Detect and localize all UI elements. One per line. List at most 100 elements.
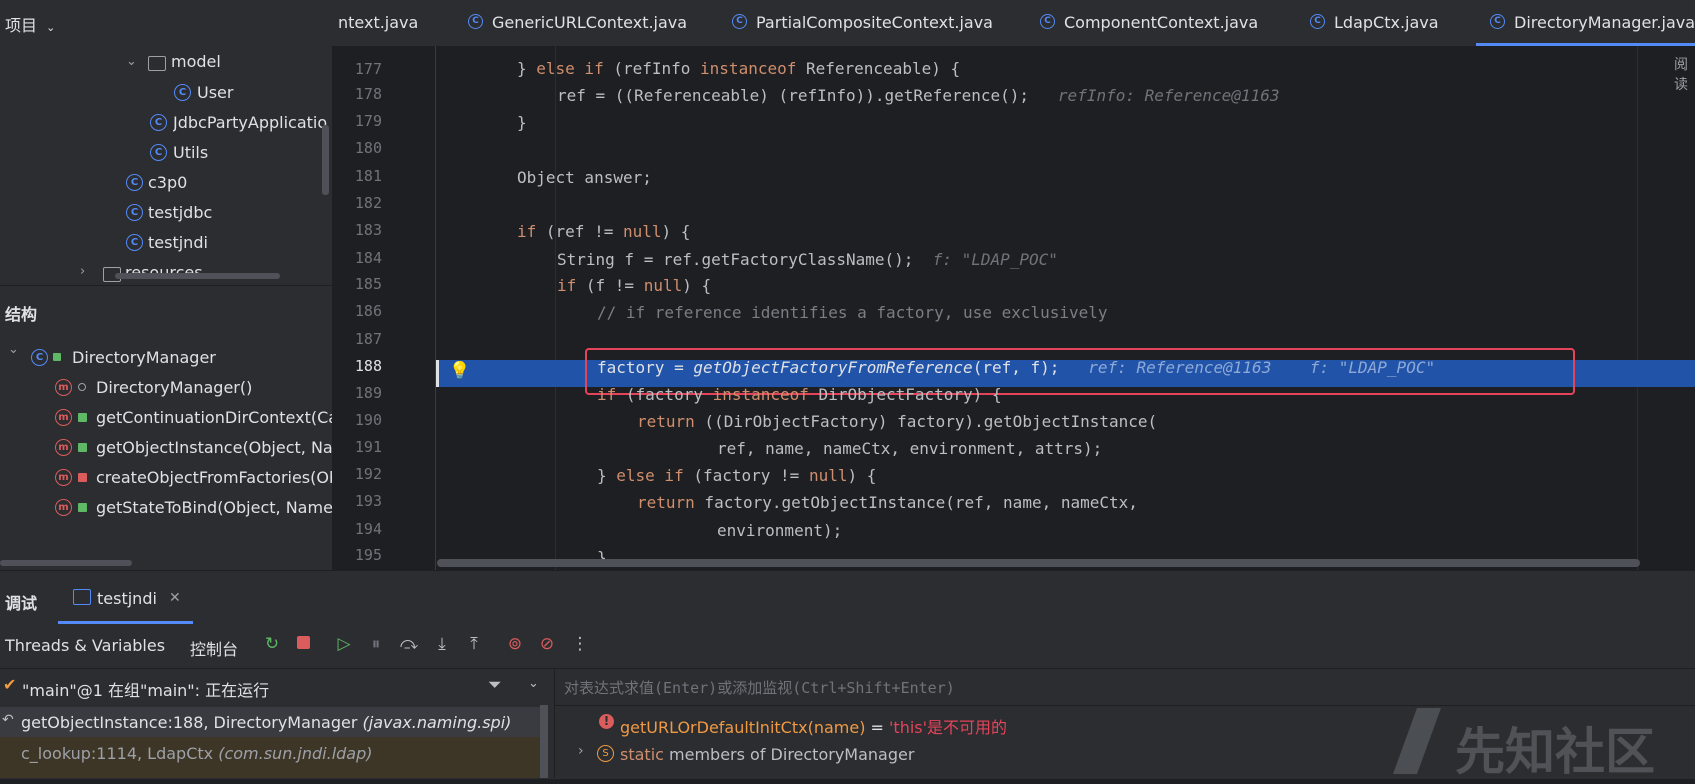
chevron-right-icon[interactable]: › xyxy=(578,743,584,759)
close-icon[interactable]: ✕ xyxy=(169,590,181,606)
tree-item-user[interactable]: User xyxy=(197,83,233,102)
line-number: 192 xyxy=(354,465,382,483)
spring-class-icon: C xyxy=(150,114,167,131)
gutter-divider xyxy=(435,46,436,570)
tree-item-testjndi[interactable]: testjndi xyxy=(148,233,208,252)
tab-componentcontext[interactable]: C ComponentContext.java xyxy=(1040,0,1258,46)
tab-context[interactable]: ntext.java xyxy=(338,0,418,46)
stop-icon[interactable] xyxy=(293,634,313,654)
code-editor[interactable]: 阅读 💡 177 178 179 180 181 182 183 184 185… xyxy=(332,46,1695,570)
return-arrow-icon: ↶ xyxy=(2,712,14,728)
project-title[interactable]: 项目 ⌄ xyxy=(5,12,55,36)
view-breakpoints-icon[interactable]: ⊚ xyxy=(505,634,525,654)
project-title-label: 项目 xyxy=(5,16,38,35)
method-icon: m xyxy=(55,469,72,486)
class-icon: C xyxy=(1040,14,1055,29)
chevron-down-icon[interactable]: ⌄ xyxy=(8,342,19,357)
line-number: 193 xyxy=(354,492,382,510)
indent-guide xyxy=(555,46,556,570)
chevron-down-icon[interactable]: ⌄ xyxy=(528,676,539,691)
tab-label: ComponentContext.java xyxy=(1064,13,1259,32)
tab-console[interactable]: 控制台 xyxy=(190,636,238,660)
structure-member[interactable]: getObjectInstance(Object, Nam xyxy=(96,438,332,457)
lightbulb-icon[interactable]: 💡 xyxy=(449,361,470,381)
structure-root[interactable]: DirectoryManager xyxy=(72,348,216,367)
horizontal-scrollbar[interactable] xyxy=(437,559,1640,567)
mute-breakpoints-icon[interactable]: ⊘ xyxy=(537,634,557,654)
vertical-scrollbar[interactable] xyxy=(322,125,329,195)
class-icon: C xyxy=(126,234,143,251)
code-line-179: } xyxy=(517,113,527,132)
step-over-icon[interactable]: ⤼ xyxy=(399,634,419,654)
class-icon: C xyxy=(174,84,191,101)
code-line-178: ref = ((Referenceable) (refInfo)).getRef… xyxy=(557,86,1280,105)
chevron-right-icon[interactable]: › xyxy=(80,264,85,279)
vertical-scrollbar[interactable] xyxy=(540,705,548,778)
tab-genericurlcontext[interactable]: C GenericURLContext.java xyxy=(468,0,687,46)
thread-selector[interactable]: "main"@1 在组"main": 正在运行 xyxy=(22,677,269,701)
method-icon: m xyxy=(55,439,72,456)
line-number: 178 xyxy=(354,85,382,103)
code-line-194: environment); xyxy=(717,521,843,540)
tab-label: ntext.java xyxy=(338,13,419,32)
line-number: 179 xyxy=(354,112,382,130)
tree-item-jdbcpartyapplication[interactable]: JdbcPartyApplication xyxy=(173,113,328,132)
tab-threads-variables[interactable]: Threads & Variables xyxy=(5,636,165,655)
step-into-icon[interactable]: ⤓ xyxy=(432,634,452,654)
public-lock-icon xyxy=(78,503,87,512)
session-tab-label: testjndi xyxy=(97,589,157,608)
more-options-icon[interactable]: ⋮ xyxy=(570,634,590,654)
code-line-192: } else if (factory != null) { xyxy=(597,466,877,485)
method-icon: m xyxy=(55,409,72,426)
code-line-186: // if reference identifies a factory, us… xyxy=(597,303,1108,322)
tab-partialcompositecontext[interactable]: C PartialCompositeContext.java xyxy=(732,0,993,46)
filter-icon[interactable]: ⏷ xyxy=(488,675,502,695)
structure-member[interactable]: DirectoryManager() xyxy=(96,378,252,397)
structure-panel: 结构 ⌄ C DirectoryManager m DirectoryManag… xyxy=(0,285,332,571)
tree-item-utils[interactable]: Utils xyxy=(173,143,208,162)
resume-icon[interactable]: ▷ xyxy=(334,634,354,654)
variable-error[interactable]: getURLOrDefaultInitCtx(name) = 'this'是不可… xyxy=(620,714,1007,738)
reader-mode-button[interactable]: 阅读 xyxy=(1674,54,1695,94)
line-number: 181 xyxy=(354,167,382,185)
class-icon: C xyxy=(126,204,143,221)
tree-item-model[interactable]: model xyxy=(171,52,221,71)
class-icon: C xyxy=(126,174,143,191)
stack-frame[interactable]: c_lookup:1114, LdapCtx (com.sun.jndi.lda… xyxy=(0,737,548,778)
variable-static-members[interactable]: static members of DirectoryManager xyxy=(620,745,914,764)
static-icon: S xyxy=(597,745,614,762)
debug-session-tab[interactable]: testjndi ✕ xyxy=(58,581,193,624)
method-icon: m xyxy=(55,499,72,516)
divider xyxy=(554,705,1695,706)
stack-frame-selected[interactable]: ↶ getObjectInstance:188, DirectoryManage… xyxy=(0,707,548,737)
watermark-logo xyxy=(1393,708,1441,774)
class-icon: C xyxy=(468,14,483,29)
code-line-185: if (f != null) { xyxy=(557,276,712,295)
tab-directorymanager[interactable]: C DirectoryManager.java xyxy=(1490,0,1695,46)
tab-label: DirectoryManager.java xyxy=(1514,13,1695,32)
chevron-down-icon[interactable]: ⌄ xyxy=(126,54,137,69)
public-icon xyxy=(53,353,61,361)
step-out-icon[interactable]: ⤒ xyxy=(464,634,484,654)
line-number: 187 xyxy=(354,330,382,348)
structure-member[interactable]: createObjectFromFactories(Ob xyxy=(96,468,332,487)
structure-member[interactable]: getStateToBind(Object, Name, xyxy=(96,498,332,517)
editor-tab-bar: ntext.java C GenericURLContext.java C Part… xyxy=(332,0,1695,47)
structure-member[interactable]: getContinuationDirContext(Ca xyxy=(96,408,332,427)
tree-item-testjdbc[interactable]: testjdbc xyxy=(148,203,212,222)
tab-ldapctx[interactable]: C LdapCtx.java xyxy=(1310,0,1439,46)
class-icon: C xyxy=(150,144,167,161)
line-number: 194 xyxy=(354,520,382,538)
pause-icon[interactable]: ⏸ xyxy=(366,634,386,654)
code-line-181: Object answer; xyxy=(517,168,652,187)
horizontal-scrollbar[interactable] xyxy=(0,560,132,566)
line-number: 195 xyxy=(354,546,382,564)
horizontal-scrollbar[interactable] xyxy=(115,273,280,279)
tree-item-c3p0[interactable]: c3p0 xyxy=(148,173,187,192)
code-line-191: ref, name, nameCtx, environment, attrs); xyxy=(717,439,1103,458)
expression-input[interactable]: 对表达式求值(Enter)或添加监视(Ctrl+Shift+Enter) xyxy=(564,677,955,698)
class-icon: C xyxy=(1310,14,1325,29)
rerun-icon[interactable]: ↻ xyxy=(262,634,282,654)
chevron-down-icon[interactable]: ⌄ xyxy=(46,21,55,34)
frame-method: c_lookup:1114, LdapCtx (com.sun.jndi.lda… xyxy=(21,744,373,763)
